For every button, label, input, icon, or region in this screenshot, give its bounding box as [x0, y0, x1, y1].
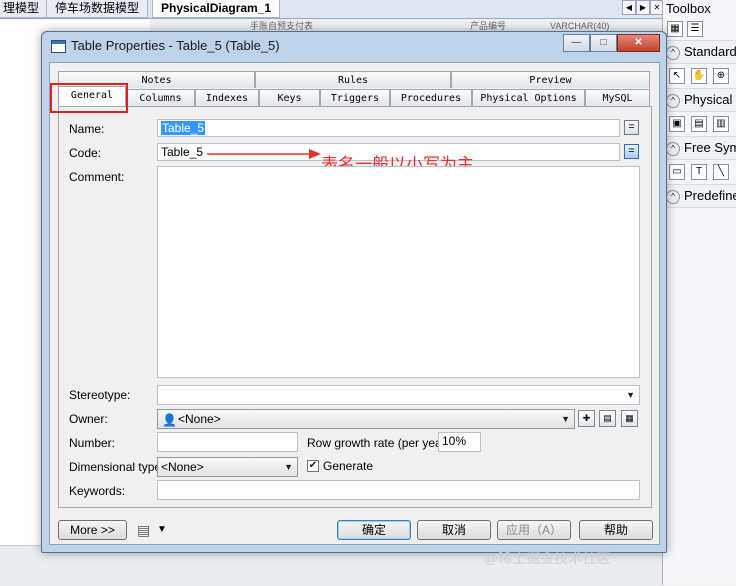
tab-rules[interactable]: Rules — [255, 71, 451, 88]
pointer-icon[interactable]: ↖ — [669, 68, 685, 84]
comment-label: Comment: — [69, 170, 125, 184]
generate-checkbox[interactable]: ✔ — [307, 460, 319, 472]
name-code-sync-button[interactable]: = — [624, 120, 639, 135]
owner-label: Owner: — [69, 412, 108, 426]
properties-icon[interactable]: ▤ — [599, 410, 616, 427]
tab-indexes[interactable]: Indexes — [195, 89, 259, 106]
dropdown-arrow-icon: ▼ — [561, 414, 570, 424]
hand-icon[interactable]: ✋ — [691, 68, 707, 84]
table-icon[interactable]: ▤ — [691, 116, 707, 132]
watermark: @稀土掘金技术社区 — [484, 550, 611, 566]
doc-tab-physical-diagram[interactable]: PhysicalDiagram_1 — [152, 0, 281, 18]
tab-columns[interactable]: Columns — [126, 89, 195, 106]
code-sync-button[interactable]: = — [624, 144, 639, 159]
keywords-label: Keywords: — [69, 484, 126, 498]
dialog-title-bar[interactable]: Table Properties - Table_5 (Table_5) — □… — [42, 32, 666, 60]
table-properties-dialog: Table Properties - Table_5 (Table_5) — □… — [41, 31, 667, 553]
note-icon[interactable]: ▭ — [669, 164, 685, 180]
physical-tools: ▣ ▤ ▥ — [663, 112, 736, 136]
name-label: Name: — [69, 122, 105, 136]
free-symbol-tools: ▭ T ╲ — [663, 160, 736, 184]
annotation-arrow-icon — [207, 149, 321, 159]
more-button[interactable]: More >> — [58, 520, 127, 540]
line-tool-icon[interactable]: ╲ — [713, 164, 729, 180]
zoom-icon[interactable]: ⊕ — [713, 68, 729, 84]
collapse-icon: ^ — [666, 93, 680, 108]
toolbox-section-predefined[interactable]: ^ Predefine — [663, 184, 736, 208]
standard-tools: ↖ ✋ ⊕ — [663, 64, 736, 88]
collapse-icon: ^ — [666, 141, 680, 156]
name-field[interactable]: Table_5 — [157, 119, 620, 137]
dropdown-arrow-icon: ▼ — [626, 390, 635, 400]
minimize-button[interactable]: — — [563, 34, 590, 52]
document-tabs-bar: 理模型 停车场数据模型 PhysicalDiagram_1 ◀ ▶ ✕ — [0, 0, 664, 19]
package-icon[interactable]: ▣ — [669, 116, 685, 132]
ok-button[interactable]: 确定 — [337, 520, 411, 540]
doc-tab-parking-model[interactable]: 停车场数据模型 — [46, 0, 149, 18]
generate-label: Generate — [323, 459, 374, 473]
toolbox-section-standard[interactable]: ^ Standard — [663, 40, 736, 64]
dialog-title: Table Properties - Table_5 (Table_5) — [71, 38, 280, 53]
tab-scroll-right-icon[interactable]: ▶ — [636, 0, 650, 15]
list-view-icon[interactable]: ☰ — [687, 21, 703, 37]
dimensional-type-label: Dimensional type: — [69, 460, 165, 474]
toolbox-section-free-symbols[interactable]: ^ Free Sym — [663, 136, 736, 160]
apply-button[interactable]: 应用（A） — [497, 520, 571, 540]
section-label: Standard — [684, 44, 736, 59]
dimensional-type-value: <None> — [161, 460, 204, 474]
tab-mysql[interactable]: MySQL — [585, 89, 650, 106]
toolbox-view-icons: ▦ ☰ — [663, 18, 736, 40]
new-owner-icon[interactable]: ✚ — [578, 410, 595, 427]
owner-combo[interactable]: 👤 <None> ▼ — [157, 409, 575, 429]
text-tool-icon[interactable]: T — [691, 164, 707, 180]
help-button[interactable]: 帮助 — [579, 520, 653, 540]
maximize-button[interactable]: □ — [590, 34, 617, 52]
tab-general[interactable]: General — [58, 86, 126, 106]
dimensional-type-combo[interactable]: <None> ▼ — [157, 457, 298, 477]
section-label: Predefine — [684, 188, 736, 203]
doc-tab-logical-model[interactable]: 理模型 — [0, 0, 49, 18]
tab-preview[interactable]: Preview — [451, 71, 650, 88]
list-menu-icon[interactable]: ▤ — [137, 522, 150, 539]
tab-triggers[interactable]: Triggers — [320, 89, 390, 106]
number-label: Number: — [69, 436, 116, 450]
code-label: Code: — [69, 146, 102, 160]
section-label: Physical — [684, 92, 733, 107]
number-field[interactable] — [157, 432, 298, 452]
tab-row-bottom: General Columns Indexes Keys Triggers Pr… — [58, 86, 650, 106]
delete-owner-icon[interactable]: ▦ — [621, 410, 638, 427]
tab-keys[interactable]: Keys — [259, 89, 320, 106]
tab-physical-options[interactable]: Physical Options — [472, 89, 585, 106]
toolbox-section-physical[interactable]: ^ Physical — [663, 88, 736, 112]
user-icon: 👤 — [162, 413, 177, 427]
toolbox-panel: Toolbox ▦ ☰ ^ Standard ↖ ✋ ⊕ ^ Physical ▣ … — [662, 0, 736, 585]
name-value: Table_5 — [161, 121, 206, 135]
stereotype-combo[interactable]: ▼ — [157, 385, 640, 405]
tab-scroll-left-icon[interactable]: ◀ — [622, 0, 636, 15]
collapse-icon: ^ — [666, 45, 680, 60]
keywords-field[interactable] — [157, 480, 640, 500]
collapse-icon: ^ — [666, 189, 680, 204]
close-button[interactable]: ✕ — [617, 34, 660, 52]
table-properties-icon — [51, 40, 66, 53]
dropdown-arrow-icon: ▼ — [284, 462, 293, 472]
section-label: Free Sym — [684, 140, 736, 155]
window-controls: — □ ✕ — [563, 34, 660, 52]
toolbox-title: Toolbox — [666, 1, 711, 16]
tab-procedures[interactable]: Procedures — [390, 89, 472, 106]
chevron-down-icon[interactable]: ▼ — [157, 524, 167, 535]
comment-textarea[interactable] — [157, 166, 640, 378]
stereotype-label: Stereotype: — [69, 388, 131, 402]
owner-value: <None> — [178, 412, 221, 426]
row-growth-field[interactable]: 10% — [438, 432, 481, 452]
tab-row-top: Notes Rules Preview — [58, 71, 650, 88]
view-icon[interactable]: ▥ — [713, 116, 729, 132]
grid-view-icon[interactable]: ▦ — [667, 21, 683, 37]
row-growth-label: Row growth rate (per year): — [307, 436, 454, 450]
cancel-button[interactable]: 取消 — [417, 520, 491, 540]
